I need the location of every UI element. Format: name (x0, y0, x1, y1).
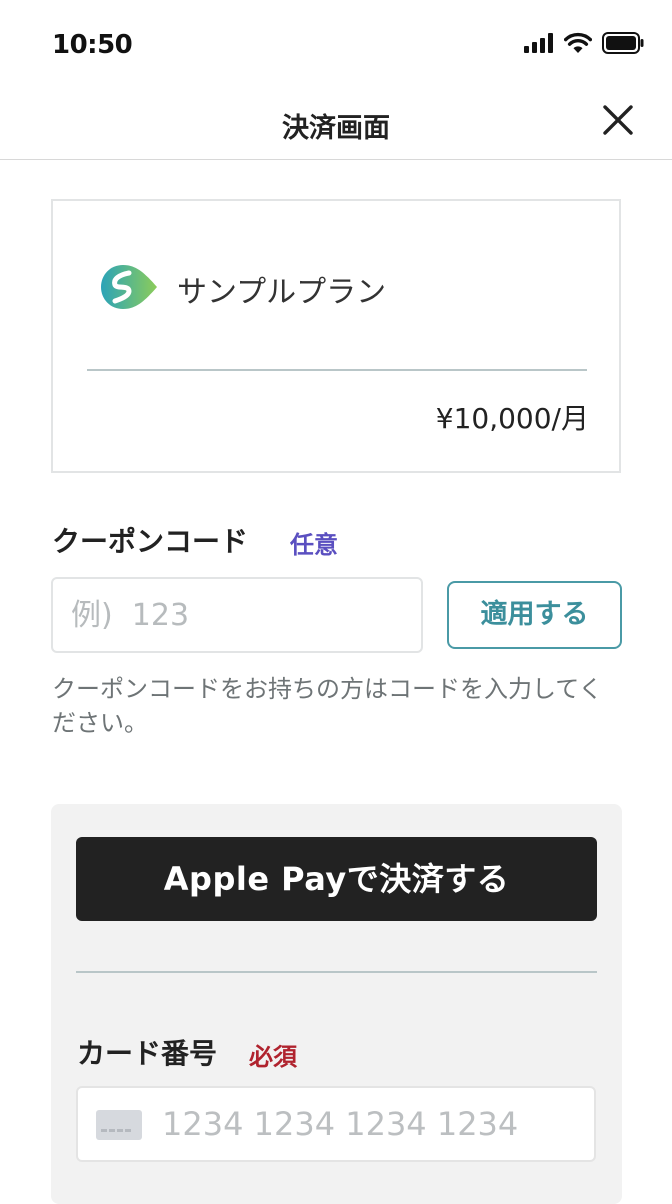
plan-price: ¥10,000/月 (435, 402, 589, 435)
wifi-icon (564, 32, 592, 53)
status-time: 10:50 (52, 30, 133, 60)
plan-divider (87, 369, 587, 371)
card-number-input[interactable] (162, 1088, 582, 1160)
status-icons (524, 30, 644, 56)
card-number-field[interactable] (76, 1086, 596, 1162)
required-badge: 必須 (249, 1043, 297, 1071)
page-title: 決済画面 (282, 113, 390, 144)
coupon-input[interactable] (51, 577, 423, 653)
credit-card-icon (96, 1110, 142, 1140)
battery-icon (602, 32, 644, 54)
apple-pay-button[interactable]: Apple Payで決済する (76, 837, 597, 921)
status-bar: 10:50 (0, 0, 672, 88)
apply-coupon-button[interactable]: 適用する (447, 581, 622, 649)
plan-logo-icon (99, 263, 159, 311)
plan-card: サンプルプラン ¥10,000/月 (51, 199, 621, 473)
header: 決済画面 (0, 88, 672, 160)
coupon-label: クーポンコード (52, 525, 249, 558)
payment-panel: Apple Payで決済する カード番号 必須 (51, 804, 622, 1204)
card-number-label: カード番号 (77, 1037, 218, 1070)
payment-divider (76, 971, 597, 973)
close-button[interactable] (600, 102, 636, 138)
optional-badge: 任意 (290, 531, 338, 559)
close-icon (603, 105, 633, 135)
coupon-help-text: クーポンコードをお持ちの方はコードを入力してください。 (52, 675, 603, 737)
signal-icon (524, 33, 553, 53)
plan-name: サンプルプラン (177, 275, 387, 310)
